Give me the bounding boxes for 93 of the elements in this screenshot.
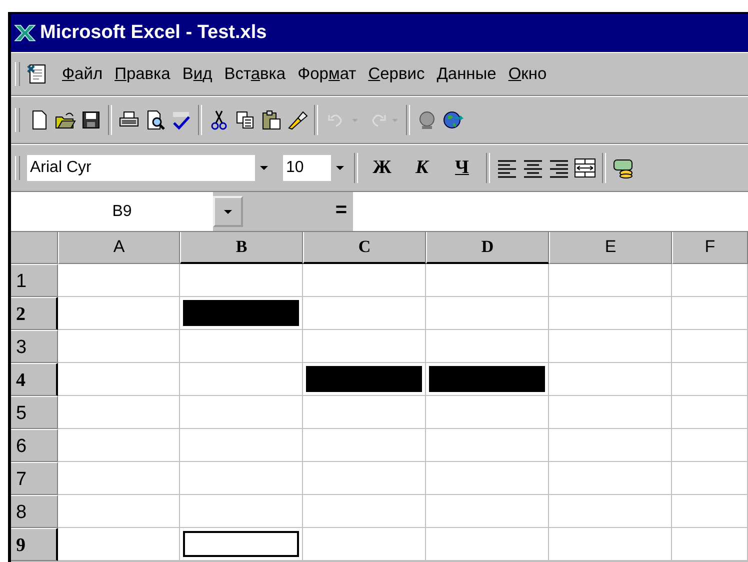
table-cell[interactable] xyxy=(549,462,672,495)
table-cell[interactable] xyxy=(303,396,426,429)
formula-field[interactable] xyxy=(353,192,748,231)
equals-sign[interactable]: = xyxy=(243,192,353,231)
table-cell[interactable] xyxy=(672,528,748,561)
menu-item[interactable]: Данные xyxy=(430,64,502,84)
table-cell[interactable] xyxy=(180,462,303,495)
table-cell[interactable] xyxy=(672,363,748,396)
globe-icon xyxy=(442,109,464,131)
table-cell[interactable] xyxy=(549,264,672,297)
merge-center-icon xyxy=(574,157,596,179)
table-cell[interactable] xyxy=(672,495,748,528)
row-header[interactable]: 7 xyxy=(11,462,58,495)
table-cell[interactable] xyxy=(426,264,549,297)
row-header[interactable]: 9 xyxy=(11,528,58,561)
row-header[interactable]: 6 xyxy=(11,429,58,462)
window-title: Microsoft Excel - Test.xls xyxy=(40,22,267,44)
menu-item[interactable]: Вставка xyxy=(218,64,292,84)
spellcheck-icon xyxy=(170,109,192,131)
column-header[interactable]: B xyxy=(180,232,303,264)
menu-item[interactable]: Окно xyxy=(502,64,553,84)
table-cell[interactable] xyxy=(303,264,426,297)
italic-button[interactable]: К xyxy=(401,153,443,183)
table-cell[interactable] xyxy=(426,330,549,363)
table-cell[interactable] xyxy=(58,264,180,297)
table-cell[interactable] xyxy=(549,297,672,330)
table-cell[interactable] xyxy=(180,264,303,297)
table-cell[interactable] xyxy=(426,495,549,528)
brush-icon xyxy=(286,109,308,131)
table-cell[interactable] xyxy=(58,297,180,330)
font-name-field[interactable]: Arial Cyr xyxy=(26,154,274,182)
table-cell[interactable] xyxy=(303,297,426,330)
row-header[interactable]: 2 xyxy=(11,297,58,330)
row-header[interactable]: 8 xyxy=(11,495,58,528)
underline-button[interactable]: Ч xyxy=(441,153,483,183)
table-cell[interactable] xyxy=(303,462,426,495)
table-cell[interactable] xyxy=(426,528,549,561)
table-cell[interactable] xyxy=(672,429,748,462)
table-cell[interactable] xyxy=(180,396,303,429)
table-cell[interactable] xyxy=(58,462,180,495)
table-cell[interactable] xyxy=(549,396,672,429)
table-cell[interactable] xyxy=(303,495,426,528)
currency-icon xyxy=(612,157,634,179)
table-cell[interactable] xyxy=(549,495,672,528)
workbook-icon[interactable] xyxy=(26,63,48,85)
table-cell[interactable] xyxy=(426,429,549,462)
table-cell[interactable] xyxy=(303,429,426,462)
row-header[interactable]: 4 xyxy=(11,363,58,396)
column-header[interactable]: E xyxy=(549,232,672,264)
clipboard-icon xyxy=(260,109,282,131)
table-cell[interactable] xyxy=(672,396,748,429)
table-cell[interactable] xyxy=(672,264,748,297)
table-cell[interactable] xyxy=(180,363,303,396)
menu-item[interactable]: Формат xyxy=(292,64,362,84)
table-cell[interactable] xyxy=(549,429,672,462)
table-cell[interactable] xyxy=(549,330,672,363)
excel-x-icon xyxy=(14,24,36,42)
table-cell[interactable] xyxy=(58,528,180,561)
menu-item[interactable]: Вид xyxy=(176,64,218,84)
table-cell[interactable] xyxy=(426,396,549,429)
table-cell[interactable] xyxy=(58,429,180,462)
copy-icon xyxy=(234,109,256,131)
column-header[interactable]: D xyxy=(426,232,549,264)
row-header[interactable]: 3 xyxy=(11,330,58,363)
select-all-button[interactable] xyxy=(11,232,58,264)
table-cell[interactable] xyxy=(672,462,748,495)
menu-item[interactable]: Правка xyxy=(108,64,176,84)
row-header[interactable]: 1 xyxy=(11,264,58,297)
table-cell[interactable] xyxy=(303,330,426,363)
table-cell[interactable] xyxy=(58,495,180,528)
table-cell[interactable] xyxy=(549,363,672,396)
font-size-field[interactable]: 10 xyxy=(282,154,350,182)
table-cell[interactable] xyxy=(426,462,549,495)
name-box-dropdown-button[interactable] xyxy=(213,196,243,227)
menu-item[interactable]: Файл xyxy=(56,64,109,84)
column-header[interactable]: C xyxy=(303,232,426,264)
table-cell[interactable] xyxy=(549,528,672,561)
bold-button[interactable]: Ж xyxy=(361,153,403,183)
row-header[interactable]: 5 xyxy=(11,396,58,429)
menu-item[interactable]: Сервис xyxy=(362,64,431,84)
column-header[interactable]: F xyxy=(672,232,748,264)
table-cell[interactable] xyxy=(58,396,180,429)
table-cell[interactable] xyxy=(672,330,748,363)
table-cell[interactable] xyxy=(58,363,180,396)
name-box[interactable]: B9 xyxy=(11,192,213,231)
table-cell[interactable] xyxy=(426,297,549,330)
table-cell[interactable] xyxy=(180,330,303,363)
table-cell[interactable] xyxy=(303,528,426,561)
table-cell[interactable] xyxy=(180,429,303,462)
table-cell[interactable] xyxy=(672,297,748,330)
column-header[interactable]: A xyxy=(58,232,180,264)
table-cell[interactable] xyxy=(58,330,180,363)
table-cell[interactable] xyxy=(180,495,303,528)
